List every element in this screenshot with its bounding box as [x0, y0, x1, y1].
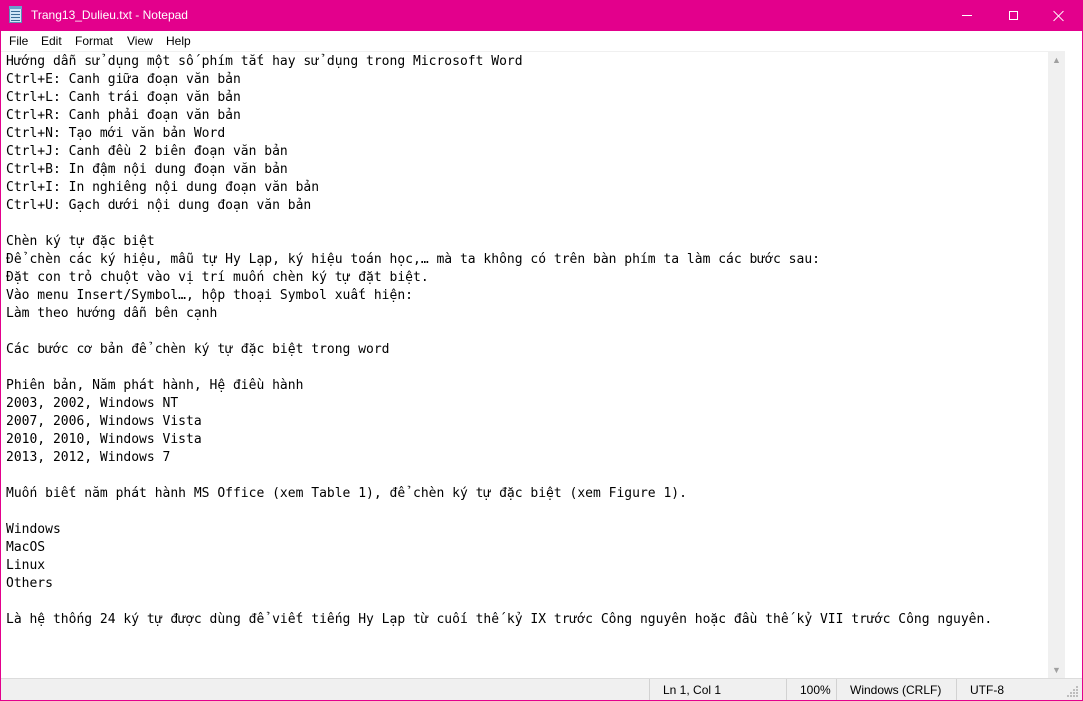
menu-view[interactable]: View [127, 34, 153, 48]
minimize-button[interactable] [944, 0, 990, 31]
cursor-position: Ln 1, Col 1 [663, 683, 722, 697]
text-line: Ctrl+E: Canh giữa đoạn văn bản [6, 72, 241, 87]
text-line: Ctrl+J: Canh đều 2 biên đoạn văn bản [6, 144, 288, 159]
text-editor[interactable]: Hướng dẫn sử dụng một số phím tắt hay sử… [1, 51, 1065, 678]
text-line: Muốn biết năm phát hành MS Office (xem T… [6, 486, 687, 501]
text-line: 2003, 2002, Windows NT [6, 396, 179, 411]
status-divider [956, 679, 957, 700]
menu-edit[interactable]: Edit [41, 34, 62, 48]
text-line: Hướng dẫn sử dụng một số phím tắt hay sử… [6, 54, 523, 69]
vertical-scrollbar[interactable]: ▲ ▼ [1048, 51, 1065, 678]
menu-help[interactable]: Help [166, 34, 191, 48]
text-line: Ctrl+R: Canh phải đoạn văn bản [6, 108, 241, 123]
text-line: MacOS [6, 540, 46, 555]
text-line: Vào menu Insert/Symbol…, hộp thoại Symbo… [6, 288, 413, 303]
text-line: 2013, 2012, Windows 7 [6, 450, 171, 465]
zoom-level: 100% [800, 683, 831, 697]
minimize-icon [962, 15, 972, 16]
close-button[interactable] [1036, 0, 1082, 31]
notepad-icon [9, 6, 22, 23]
text-line: Phiên bản, Năm phát hành, Hệ điều hành [6, 378, 304, 393]
text-line: Để chèn các ký hiệu, mẫu tự Hy Lạp, ký h… [6, 252, 820, 267]
close-icon [1053, 10, 1065, 22]
status-divider [649, 679, 650, 700]
maximize-icon [1008, 11, 1018, 20]
text-line: Là hệ thống 24 ký tự được dùng để viết t… [6, 612, 993, 627]
text-line: 2010, 2010, Windows Vista [6, 432, 202, 447]
text-line: Ctrl+L: Canh trái đoạn văn bản [6, 90, 241, 105]
text-line: Chèn ký tự đặc biệt [6, 234, 155, 249]
notepad-window: Trang13_Dulieu.txt - Notepad File Edit F… [0, 0, 1083, 701]
menu-file[interactable]: File [9, 34, 28, 48]
window-title: Trang13_Dulieu.txt - Notepad [31, 8, 188, 22]
text-line: Others [6, 576, 53, 591]
text-line: Linux [6, 558, 46, 573]
text-line: Windows [6, 522, 61, 537]
line-ending: Windows (CRLF) [850, 683, 942, 697]
status-divider [786, 679, 787, 700]
text-line: Ctrl+N: Tạo mới văn bản Word [6, 126, 226, 141]
menu-bar: File Edit Format View Help [1, 31, 1082, 51]
text-line: Ctrl+U: Gạch dưới nội dung đoạn văn bản [6, 198, 312, 213]
scroll-down-icon[interactable]: ▼ [1048, 661, 1065, 678]
status-divider [836, 679, 837, 700]
menu-format[interactable]: Format [75, 34, 113, 48]
status-bar: Ln 1, Col 1 100% Windows (CRLF) UTF-8 [1, 678, 1082, 700]
text-line: 2007, 2006, Windows Vista [6, 414, 202, 429]
text-line: Đặt con trỏ chuột vào vị trí muốn chèn k… [6, 270, 429, 285]
text-line: Ctrl+B: In đậm nội dung đoạn văn bản [6, 162, 288, 177]
scroll-up-icon[interactable]: ▲ [1048, 51, 1065, 68]
title-bar[interactable]: Trang13_Dulieu.txt - Notepad [1, 0, 1082, 31]
text-line: Làm theo hướng dẫn bên cạnh [6, 306, 218, 321]
maximize-button[interactable] [990, 0, 1036, 31]
resize-grip-icon[interactable] [1067, 686, 1079, 698]
text-line: Các bước cơ bản để chèn ký tự đặc biệt t… [6, 342, 390, 357]
text-line: Ctrl+I: In nghiêng nội dung đoạn văn bản [6, 180, 320, 195]
encoding: UTF-8 [970, 683, 1004, 697]
